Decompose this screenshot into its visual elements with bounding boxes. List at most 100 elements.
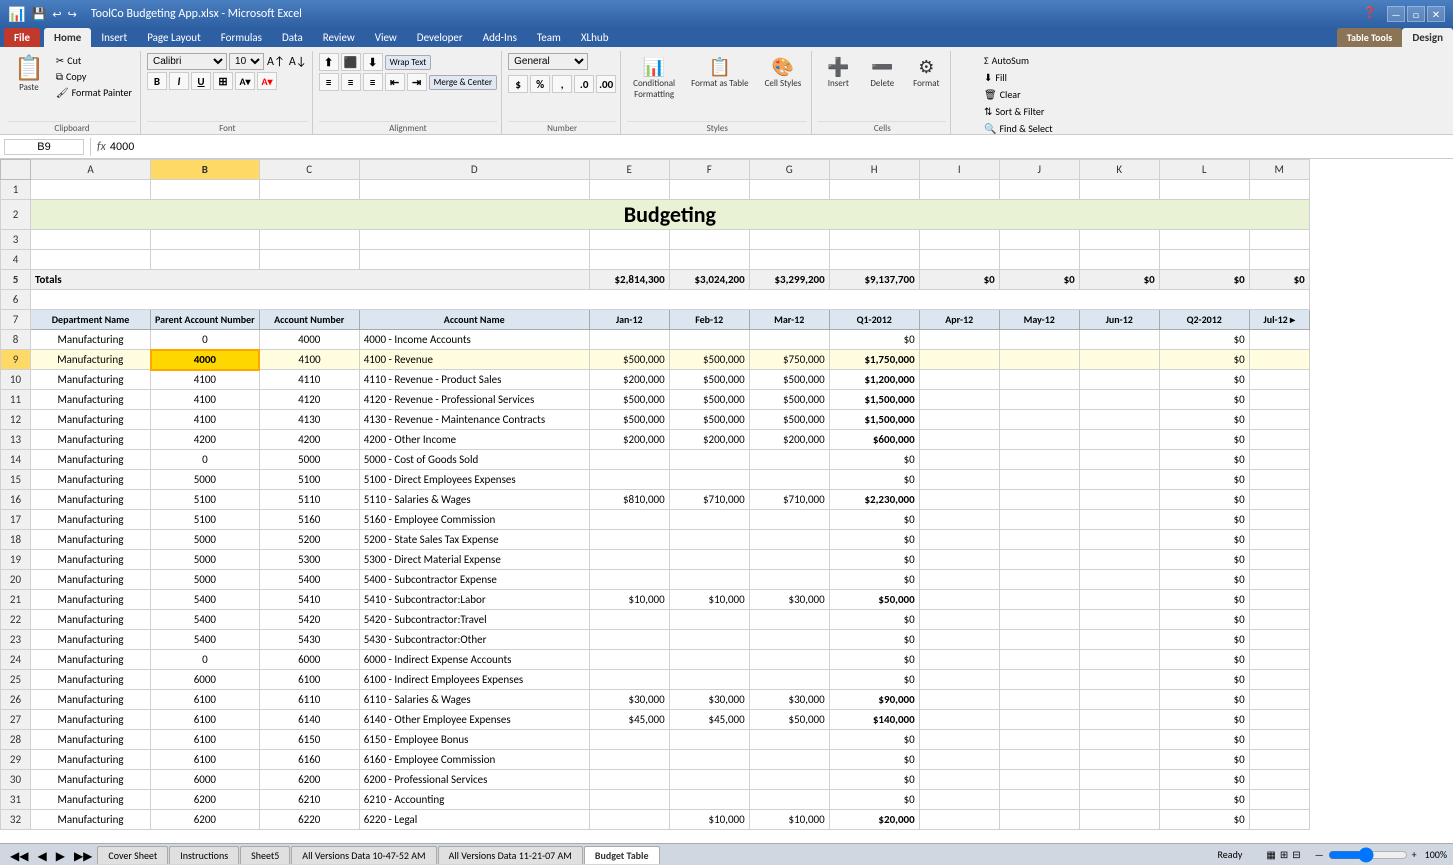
cell-row6[interactable] [31,290,1310,310]
cell-d3[interactable] [359,230,589,250]
font-shrink-btn[interactable]: A↓ [288,54,308,70]
cell-styles-button[interactable]: 🎨 Cell Styles [759,53,808,92]
cell-q2-30[interactable]: $0 [1159,770,1249,790]
cell-jul-11[interactable] [1249,390,1309,410]
cell-mar-12[interactable]: $500,000 [749,410,829,430]
cell-dept-11[interactable]: Manufacturing [31,390,151,410]
cell-q2-24[interactable]: $0 [1159,650,1249,670]
cell-acct-25[interactable]: 6100 [259,670,359,690]
cell-apr-8[interactable] [919,330,999,350]
cell-dept-14[interactable]: Manufacturing [31,450,151,470]
cell-acct-17[interactable]: 5160 [259,510,359,530]
cell-may-9[interactable] [999,350,1079,370]
cell-may-19[interactable] [999,550,1079,570]
cell-jan-29[interactable] [589,750,669,770]
cell-parent-27[interactable]: 6100 [151,710,260,730]
cell-apr-16[interactable] [919,490,999,510]
cell-parent-9[interactable]: 4000 [151,350,260,370]
cell-a3[interactable] [31,230,151,250]
cell-jan-30[interactable] [589,770,669,790]
font-color-button[interactable]: A▾ [257,72,277,90]
align-left-btn[interactable]: ≡ [319,73,339,91]
cell-dept-26[interactable]: Manufacturing [31,690,151,710]
fill-button[interactable]: ⬇ Fill [980,70,1057,85]
cell-j1[interactable] [999,180,1079,200]
cell-jul-18[interactable] [1249,530,1309,550]
cell-q1-28[interactable]: $0 [829,730,919,750]
cell-e3[interactable] [589,230,669,250]
cell-apr-29[interactable] [919,750,999,770]
cell-dept-23[interactable]: Manufacturing [31,630,151,650]
cell-jan-13[interactable]: $200,000 [589,430,669,450]
tab-review[interactable]: Review [313,28,365,47]
cell-jun-25[interactable] [1079,670,1159,690]
col-header-m[interactable]: M [1249,160,1309,180]
cell-name-8[interactable]: 4000 - Income Accounts [359,330,589,350]
cell-feb-31[interactable] [669,790,749,810]
cell-apr-12[interactable] [919,410,999,430]
cell-parent-31[interactable]: 6200 [151,790,260,810]
cell-g1[interactable] [749,180,829,200]
title-cell[interactable]: Budgeting [31,200,1310,230]
cell-jul-28[interactable] [1249,730,1309,750]
cell-parent-16[interactable]: 5100 [151,490,260,510]
percent-btn[interactable]: % [530,75,550,93]
fill-color-button[interactable]: A▾ [235,72,255,90]
cell-q1-23[interactable]: $0 [829,630,919,650]
view-normal-btn[interactable]: ▦ [1266,848,1275,861]
cell-feb-9[interactable]: $500,000 [669,350,749,370]
cell-name-12[interactable]: 4130 - Revenue - Maintenance Contracts [359,410,589,430]
cell-name-11[interactable]: 4120 - Revenue - Professional Services [359,390,589,410]
cell-j3[interactable] [999,230,1079,250]
tab-design[interactable]: Design [1402,28,1453,47]
cell-may-11[interactable] [999,390,1079,410]
quick-access-save[interactable]: 💾 [31,7,46,22]
format-cells-button[interactable]: ⚙ Format [906,53,946,92]
cell-b4[interactable] [151,250,260,270]
tab-home[interactable]: Home [44,28,91,47]
cell-mar-25[interactable] [749,670,829,690]
cell-q2-18[interactable]: $0 [1159,530,1249,550]
cell-acct-21[interactable]: 5410 [259,590,359,610]
col-header-i[interactable]: I [919,160,999,180]
wrap-text-button[interactable]: Wrap Text [385,55,432,70]
align-right-btn[interactable]: ≡ [363,73,383,91]
tab-file[interactable]: File [4,28,40,47]
cell-feb-29[interactable] [669,750,749,770]
totals-may[interactable]: $0 [999,270,1079,290]
cell-parent-12[interactable]: 4100 [151,410,260,430]
sheet-tab-versions1[interactable]: All Versions Data 10-47-52 AM [291,846,436,864]
cell-q1-19[interactable]: $0 [829,550,919,570]
cell-q1-32[interactable]: $20,000 [829,810,919,830]
help-btn[interactable]: ❓ [1363,6,1377,22]
cell-dept-22[interactable]: Manufacturing [31,610,151,630]
cell-apr-17[interactable] [919,510,999,530]
cell-jul-19[interactable] [1249,550,1309,570]
cell-apr-11[interactable] [919,390,999,410]
italic-button[interactable]: I [169,72,189,90]
cell-name-32[interactable]: 6220 - Legal [359,810,589,830]
cell-apr-25[interactable] [919,670,999,690]
cell-jul-12[interactable] [1249,410,1309,430]
cell-parent-15[interactable]: 5000 [151,470,260,490]
cell-q2-22[interactable]: $0 [1159,610,1249,630]
cell-parent-19[interactable]: 5000 [151,550,260,570]
cell-jun-30[interactable] [1079,770,1159,790]
cell-h4[interactable] [829,250,919,270]
cell-feb-11[interactable]: $500,000 [669,390,749,410]
col-header-j[interactable]: J [999,160,1079,180]
cell-k1[interactable] [1079,180,1159,200]
cell-i4[interactable] [919,250,999,270]
cell-q2-20[interactable]: $0 [1159,570,1249,590]
cell-mar-17[interactable] [749,510,829,530]
comma-btn[interactable]: , [552,75,572,93]
cell-dept-9[interactable]: Manufacturing [31,350,151,370]
cell-parent-28[interactable]: 6100 [151,730,260,750]
cell-feb-8[interactable] [669,330,749,350]
cell-name-20[interactable]: 5400 - Subcontractor Expense [359,570,589,590]
cell-mar-8[interactable] [749,330,829,350]
border-button[interactable]: ⊞ [213,72,233,90]
cell-q1-15[interactable]: $0 [829,470,919,490]
cell-mar-13[interactable]: $200,000 [749,430,829,450]
sheet-tab-sheet5[interactable]: Sheet5 [240,846,290,864]
